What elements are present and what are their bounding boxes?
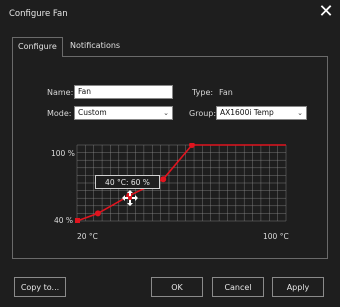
x-axis-max-label: 100 °C	[263, 232, 289, 241]
group-label: Group:	[189, 109, 217, 118]
close-icon[interactable]: ✕	[318, 3, 334, 21]
mode-select-value: Custom	[78, 108, 107, 117]
x-axis-min-label: 20 °C	[77, 232, 98, 241]
mode-label: Mode:	[47, 109, 72, 118]
chevron-down-icon: ⌄	[163, 109, 169, 117]
cancel-button[interactable]: Cancel	[212, 277, 264, 297]
tab-notifications[interactable]: Notifications	[65, 37, 125, 55]
group-select-value: AX1600i Temp	[220, 108, 274, 117]
tab-configure[interactable]: Configure	[12, 37, 63, 57]
mode-select[interactable]: Custom ⌄	[74, 106, 173, 120]
ok-button[interactable]: OK	[151, 277, 203, 297]
curve-point[interactable]	[94, 210, 101, 217]
type-label: Type:	[192, 88, 214, 97]
curve-point[interactable]	[160, 176, 167, 183]
group-select[interactable]: AX1600i Temp ⌄	[216, 106, 307, 120]
y-axis-min-label: 40 %	[54, 216, 74, 225]
y-axis-max-label: 100 %	[51, 149, 75, 158]
chevron-down-icon: ⌄	[297, 109, 303, 117]
curve-point[interactable]	[75, 218, 80, 223]
move-cursor-icon	[122, 190, 138, 206]
copy-to-button[interactable]: Copy to...	[14, 277, 66, 297]
window-title: Configure Fan	[9, 9, 68, 19]
name-label: Name:	[47, 88, 74, 97]
name-input[interactable]: Fan	[74, 85, 173, 99]
type-value: Fan	[219, 88, 233, 97]
apply-button[interactable]: Apply	[272, 277, 324, 297]
point-tooltip: 40 °C: 60 %	[95, 175, 160, 189]
